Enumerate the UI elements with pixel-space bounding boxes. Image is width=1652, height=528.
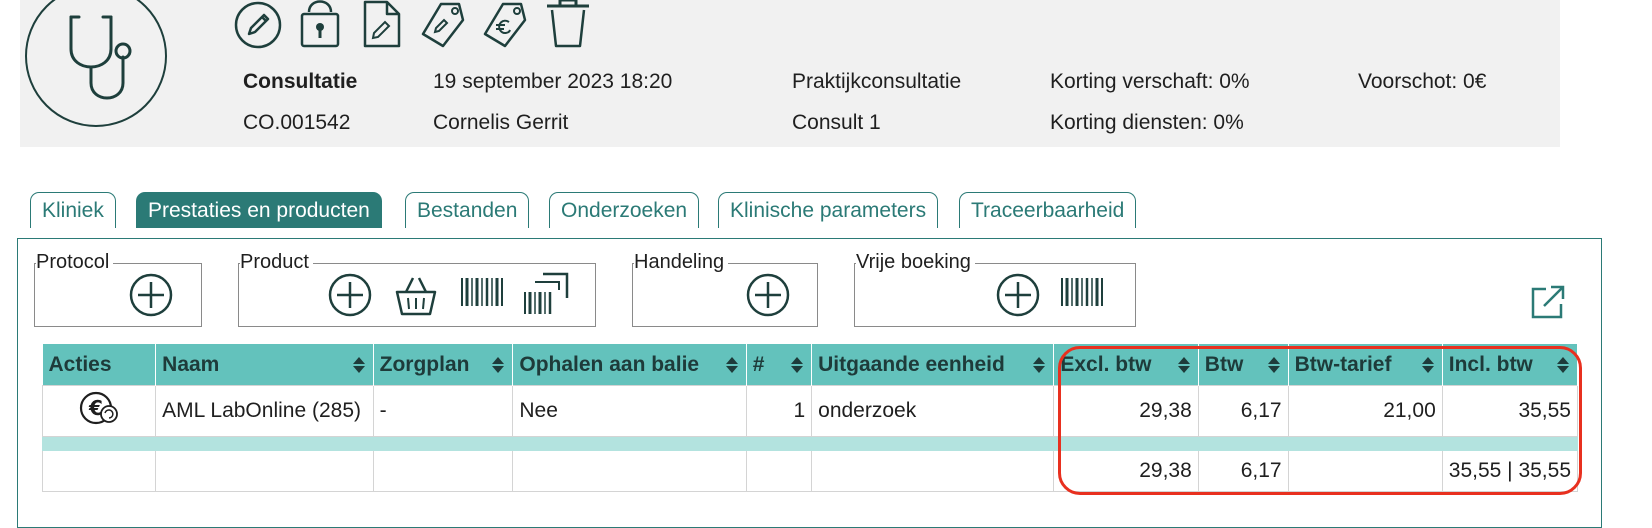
col-ophalen-aan-balie[interactable]: Ophalen aan balie: [512, 344, 747, 386]
col-incl-label: Incl. btw: [1448, 352, 1533, 376]
sort-icon[interactable]: [1267, 357, 1280, 373]
document-edit-icon[interactable]: [357, 0, 407, 50]
cell-ophalen: Nee: [512, 385, 747, 437]
barcode-icon[interactable]: [459, 272, 505, 323]
cell-btw: 6,17: [1197, 385, 1289, 437]
col-eenheid-label: Uitgaande eenheid: [818, 352, 1005, 376]
col-aantal-label: #: [752, 352, 765, 376]
edit-icon[interactable]: [233, 0, 283, 50]
col-btw-label: Btw: [1204, 352, 1244, 376]
tab-onderzoeken[interactable]: Onderzoeken: [549, 192, 700, 228]
sort-icon[interactable]: [725, 357, 738, 373]
cell-eenheid: onderzoek: [811, 385, 1055, 437]
cell-btw-tarief: 21,00: [1287, 385, 1443, 437]
handeling-label: Handeling: [634, 250, 729, 274]
services-products-table: Acties Naam Zorgplan Ophalen aan balie #…: [41, 344, 1579, 492]
product-group: Product: [238, 250, 596, 327]
protocol-group: Protocol: [34, 250, 202, 327]
sort-icon[interactable]: [1557, 357, 1569, 373]
col-incl-btw[interactable]: Incl. btw: [1442, 344, 1579, 386]
col-btw-tarief[interactable]: Btw-tarief: [1288, 344, 1443, 386]
tab-klinische-parameters[interactable]: Klinische parameters: [718, 192, 939, 228]
discount-provided: Korting verschaft: 0%: [1050, 70, 1250, 93]
tab-bestanden[interactable]: Bestanden: [405, 192, 530, 228]
sort-icon[interactable]: [492, 357, 505, 373]
table-separator-row: [41, 436, 1579, 451]
tag-euro-icon[interactable]: [481, 0, 531, 50]
cell-incl-btw: 35,55: [1441, 385, 1579, 437]
consultation-datetime: 19 september 2023 18:20: [433, 70, 673, 93]
table-row: € AML LabOnline (285) - Nee 1 onderzoek …: [41, 385, 1579, 437]
advance-payment: Voorschot: 0€: [1358, 70, 1487, 93]
lock-icon[interactable]: [295, 0, 345, 50]
vrije-boeking-group: Vrije boeking: [854, 250, 1136, 327]
col-naam[interactable]: Naam: [155, 344, 374, 386]
tab-prestaties-en-producten[interactable]: Prestaties en producten: [136, 192, 382, 228]
col-tarief-label: Btw-tarief: [1294, 352, 1392, 376]
vrije-boeking-label: Vrije boeking: [856, 250, 975, 274]
add-vrije-boeking-icon[interactable]: [995, 272, 1041, 323]
stethoscope-avatar-icon: [25, 0, 167, 127]
col-aantal[interactable]: #: [746, 344, 813, 386]
handeling-group: Handeling: [632, 250, 818, 327]
col-acties: Acties: [42, 344, 157, 386]
total-btw: 6,17: [1197, 450, 1289, 492]
product-label: Product: [240, 250, 313, 274]
tab-traceerbaarheid[interactable]: Traceerbaarheid: [959, 192, 1137, 228]
cell-aantal: 1: [745, 385, 813, 437]
col-excl-btw[interactable]: Excl. btw: [1053, 344, 1199, 386]
basket-icon[interactable]: [393, 272, 439, 323]
external-link-icon[interactable]: [1530, 284, 1566, 320]
col-ophalen-label: Ophalen aan balie: [519, 352, 700, 376]
col-zorgplan-label: Zorgplan: [379, 352, 470, 376]
table-totals-row: 29,38 6,17 35,55 | 35,55: [41, 450, 1579, 492]
tab-kliniek[interactable]: Kliniek: [30, 192, 116, 228]
tag-edit-icon[interactable]: [419, 0, 469, 50]
sort-icon[interactable]: [352, 357, 365, 373]
col-excl-label: Excl. btw: [1060, 352, 1152, 376]
sort-icon[interactable]: [791, 357, 804, 373]
add-protocol-icon[interactable]: [128, 272, 174, 323]
col-btw[interactable]: Btw: [1198, 344, 1289, 386]
consultation-code: CO.001542: [243, 111, 351, 134]
cell-excl-btw: 29,38: [1053, 385, 1199, 437]
sort-icon[interactable]: [1033, 357, 1046, 373]
add-product-icon[interactable]: [327, 272, 373, 323]
consultation-type-label: Consultatie: [243, 70, 358, 93]
barcode-scan-icon[interactable]: [521, 272, 571, 323]
col-naam-label: Naam: [162, 352, 220, 376]
total-incl-btw: 35,55 | 35,55: [1441, 450, 1579, 492]
barcode-icon[interactable]: [1059, 272, 1105, 323]
cell-zorgplan: -: [372, 385, 514, 437]
patient-owner-name: Cornelis Gerrit: [433, 111, 569, 134]
euro-refresh-icon[interactable]: €: [79, 390, 119, 426]
sort-icon[interactable]: [1177, 357, 1190, 373]
col-uitgaande-eenheid[interactable]: Uitgaande eenheid: [811, 344, 1055, 386]
consultation-kind: Praktijkconsultatie: [792, 70, 962, 93]
cell-naam: AML LabOnline (285): [155, 385, 374, 437]
sort-icon[interactable]: [1421, 357, 1434, 373]
table-header-row: Acties Naam Zorgplan Ophalen aan balie #…: [42, 344, 1579, 386]
col-zorgplan[interactable]: Zorgplan: [373, 344, 514, 386]
trash-icon[interactable]: [543, 0, 593, 50]
add-handeling-icon[interactable]: [745, 272, 791, 323]
protocol-label: Protocol: [36, 250, 114, 274]
discount-services: Korting diensten: 0%: [1050, 111, 1244, 134]
consultation-name: Consult 1: [792, 111, 881, 134]
total-excl-btw: 29,38: [1053, 450, 1199, 492]
row-actions-cell: €: [41, 385, 157, 437]
